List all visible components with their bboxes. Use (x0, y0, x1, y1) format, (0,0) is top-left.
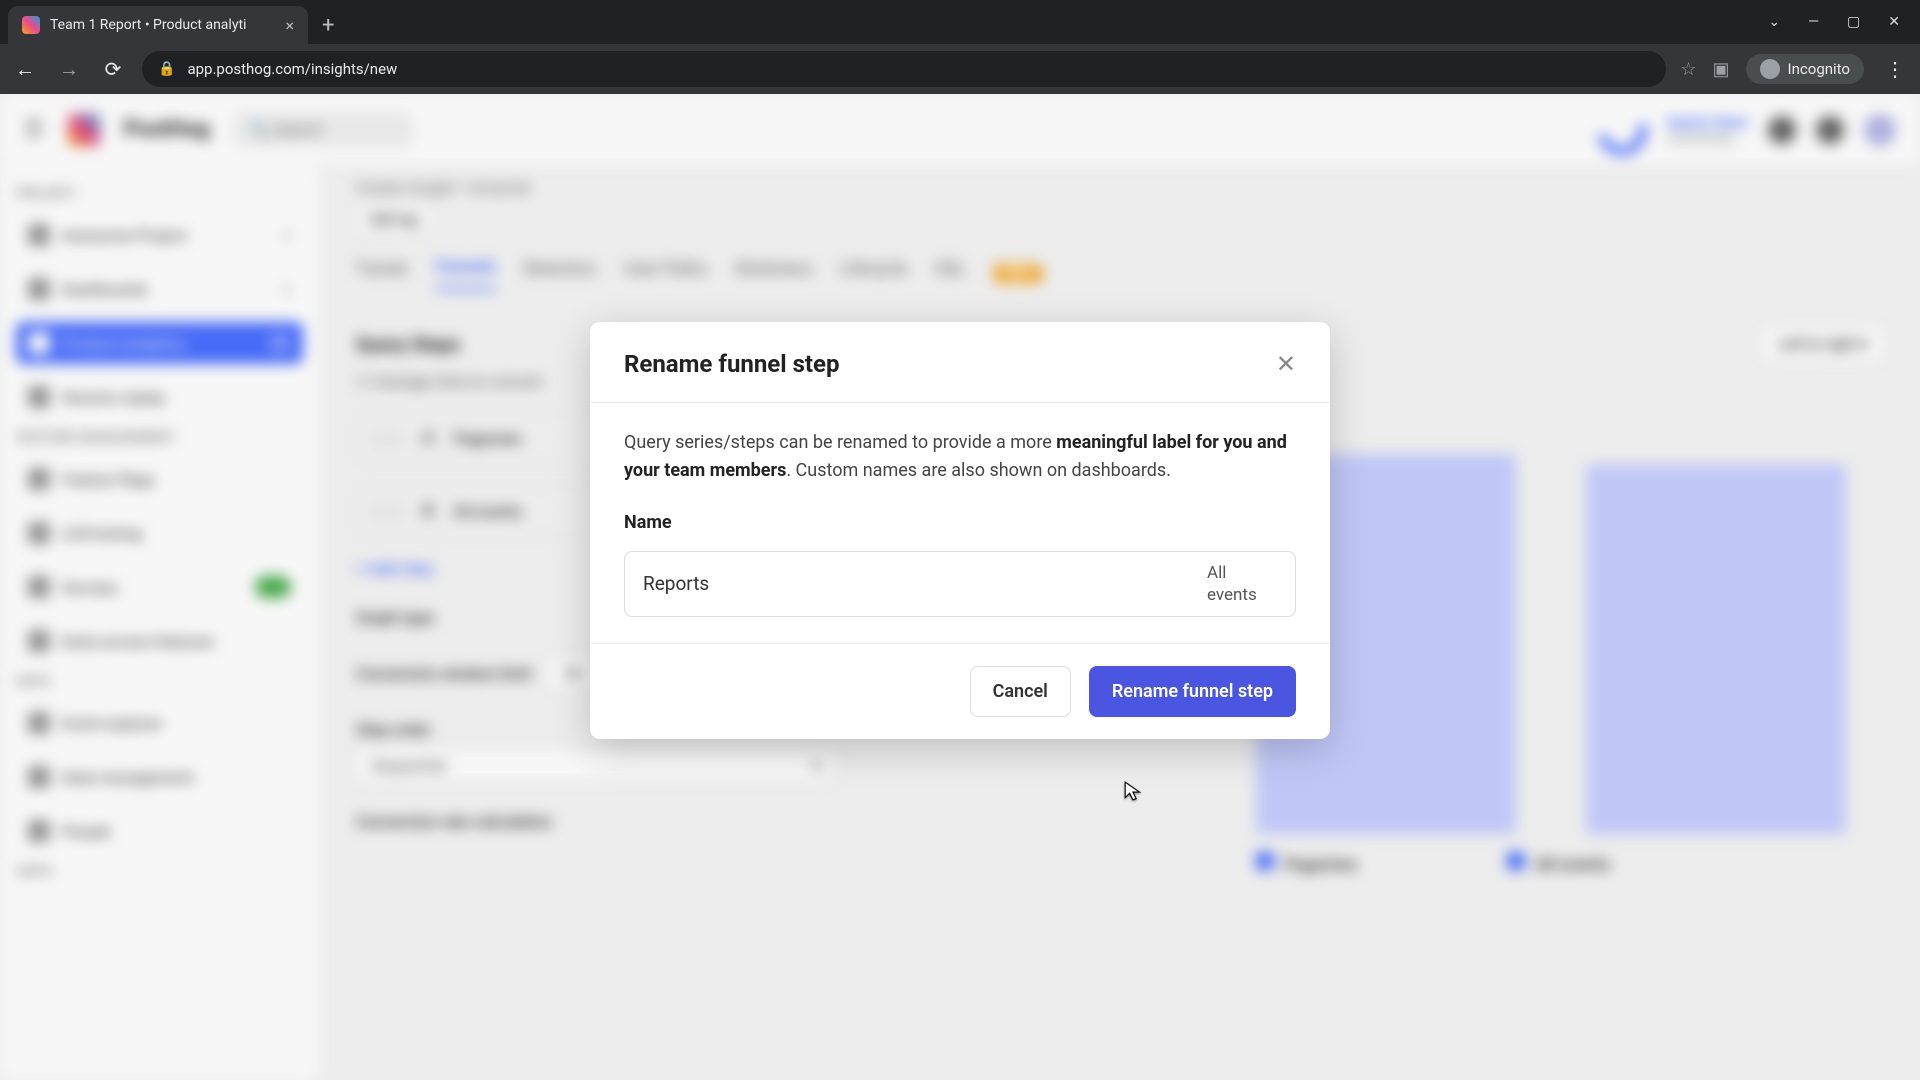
url-text: app.posthog.com/insights/new (187, 60, 397, 78)
reload-icon[interactable]: ⟳ (98, 57, 128, 81)
modal-overlay[interactable]: Rename funnel step ✕ Query series/steps … (0, 94, 1920, 1080)
incognito-icon (1760, 59, 1780, 79)
forward-icon: → (54, 57, 84, 82)
close-window-icon[interactable]: ✕ (1888, 14, 1900, 30)
cancel-button[interactable]: Cancel (970, 666, 1071, 717)
modal-description: Query series/steps can be renamed to pro… (624, 432, 1287, 481)
rename-funnel-step-button[interactable]: Rename funnel step (1089, 666, 1296, 717)
browser-tab[interactable]: Team 1 Report • Product analyti × (8, 6, 308, 44)
name-field-label: Name (624, 509, 1296, 537)
incognito-badge[interactable]: Incognito (1746, 54, 1864, 84)
bookmark-icon[interactable]: ☆ (1680, 59, 1696, 80)
close-tab-icon[interactable]: × (285, 16, 294, 35)
tabs-dropdown-icon[interactable]: ⌄ (1768, 14, 1780, 30)
rename-funnel-step-modal: Rename funnel step ✕ Query series/steps … (590, 322, 1330, 739)
tab-favicon (22, 16, 40, 34)
tab-title: Team 1 Report • Product analyti (50, 17, 275, 33)
browser-menu-icon[interactable]: ⋮ (1880, 57, 1910, 81)
extensions-icon[interactable]: ▣ (1713, 59, 1730, 80)
minimize-icon[interactable]: — (1808, 14, 1819, 30)
back-icon[interactable]: ← (10, 57, 40, 82)
modal-title: Rename funnel step (624, 350, 839, 378)
name-input[interactable] (643, 566, 1207, 601)
url-input[interactable]: 🔒 app.posthog.com/insights/new (142, 51, 1666, 87)
new-tab-button[interactable]: + (308, 6, 348, 44)
browser-tab-strip: Team 1 Report • Product analyti × + ⌄ — … (0, 0, 1920, 44)
input-suffix: All events (1207, 562, 1277, 606)
address-bar: ← → ⟳ 🔒 app.posthog.com/insights/new ☆ ▣… (0, 44, 1920, 94)
mouse-cursor (1123, 780, 1145, 802)
maximize-icon[interactable]: ▢ (1847, 14, 1860, 30)
lock-icon: 🔒 (158, 61, 175, 77)
window-controls: ⌄ — ▢ ✕ (1768, 0, 1920, 44)
incognito-label: Incognito (1788, 60, 1850, 78)
close-icon[interactable]: ✕ (1276, 350, 1296, 378)
name-input-wrapper[interactable]: All events (624, 551, 1296, 617)
